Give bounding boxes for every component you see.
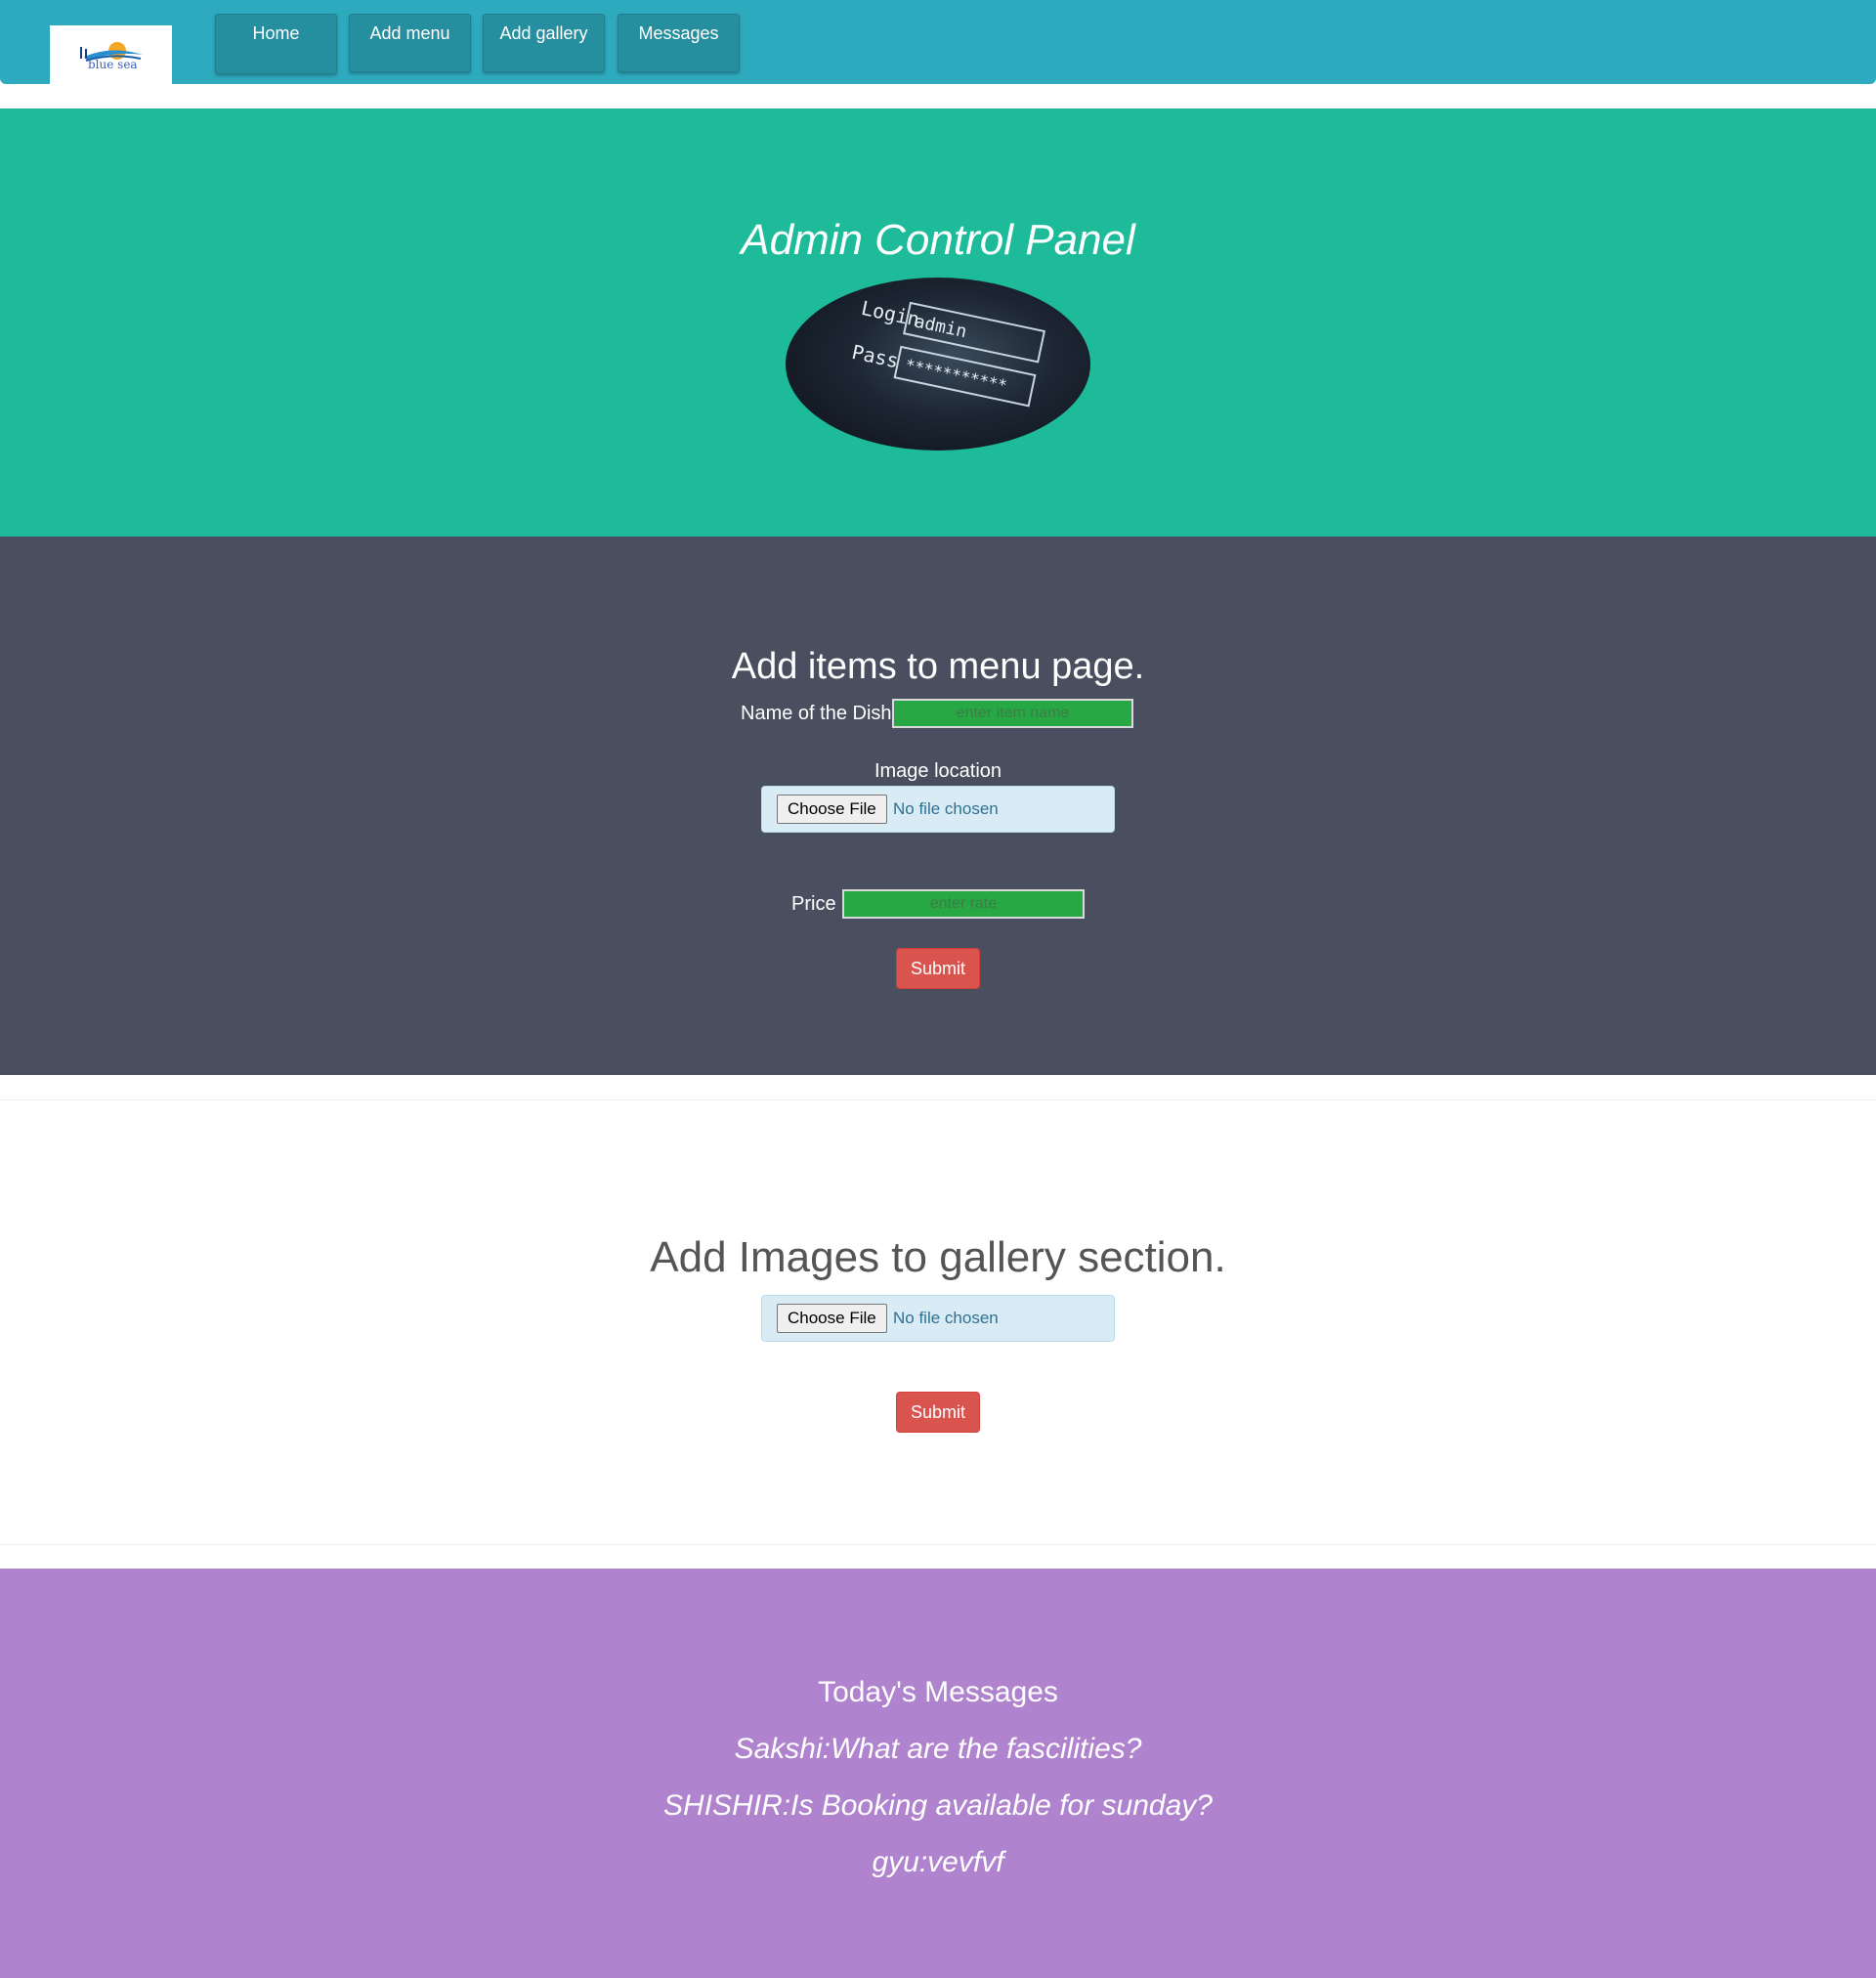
add-gallery-section: Add Images to gallery section. Choose Fi… [0,1099,1876,1545]
menu-image-file-input[interactable]: Choose File No file chosen [761,786,1115,833]
message-item: SHISHIR:Is Booking available for sunday? [663,1789,1213,1822]
nav-add-gallery-button[interactable]: Add gallery [483,14,605,72]
messages-heading: Today's Messages [818,1676,1058,1708]
svg-text:Pass: Pass [850,340,901,372]
navbar: blue sea Home Add menu Add gallery Messa… [0,0,1876,84]
dish-name-label: Name of the Dish [741,703,892,724]
message-item: gyu:vevfvf [872,1846,1004,1878]
price-input[interactable] [842,889,1085,919]
nav-home-button[interactable]: Home [215,14,337,74]
price-label: Price [791,893,836,915]
hero-section: Admin Control Panel Login admin Pass ***… [0,108,1876,537]
gallery-choose-file-button[interactable]: Choose File [777,1304,887,1333]
gallery-submit-button[interactable]: Submit [896,1392,980,1433]
svg-text:Login: Login [859,296,921,331]
menu-submit-button[interactable]: Submit [896,948,980,989]
nav-add-menu-button[interactable]: Add menu [349,14,471,72]
gallery-image-file-input[interactable]: Choose File No file chosen [761,1295,1115,1342]
page-title: Admin Control Panel [741,216,1135,264]
menu-choose-file-button[interactable]: Choose File [777,795,887,824]
add-menu-section: Add items to menu page. Name of the Dish… [0,537,1876,1075]
login-illustration: Login admin Pass *********** [786,278,1090,451]
message-item: Sakshi:What are the fascilities? [734,1733,1142,1765]
logo-graphic: blue sea [79,42,143,71]
menu-file-status: No file chosen [893,799,999,818]
logo-text: blue sea [88,58,138,71]
add-menu-heading: Add items to menu page. [731,646,1145,687]
brand-logo[interactable]: blue sea [50,25,172,84]
dish-name-input[interactable] [892,699,1133,728]
messages-section: Today's Messages Sakshi:What are the fas… [0,1569,1876,1978]
add-gallery-heading: Add Images to gallery section. [650,1233,1226,1281]
svg-text:***********: *********** [904,355,1009,395]
nav-messages-button[interactable]: Messages [618,14,740,72]
image-location-label: Image location [874,760,1002,782]
gallery-file-status: No file chosen [893,1309,999,1327]
